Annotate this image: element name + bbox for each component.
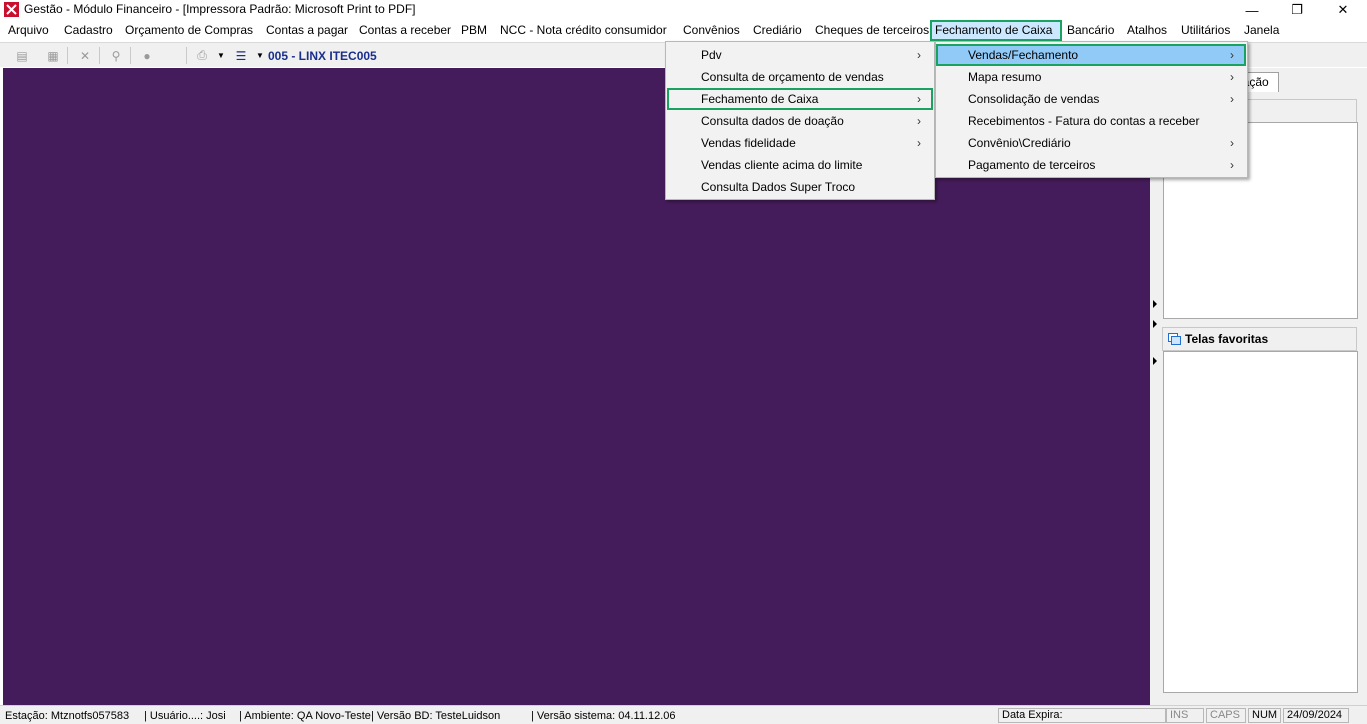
submenu-arrow-icon: › [917,136,921,150]
status-ins: INS [1166,708,1204,723]
fechamento-caixa-menu: Pdv › Consulta de orçamento de vendas Fe… [665,41,935,200]
menu-fechamento-caixa[interactable]: Fechamento de Caixa [930,20,1062,41]
menu-item-label: Vendas cliente acima do limite [701,158,863,172]
menu-janela[interactable]: Janela [1239,20,1284,41]
title-bar: Gestão - Módulo Financeiro - [Impressora… [0,0,1367,20]
submenu-arrow-icon: › [1230,136,1234,150]
restore-button[interactable]: ❐ [1274,0,1320,20]
submenu-arrow-icon: › [1230,70,1234,84]
menu-item-pdv[interactable]: Pdv › [667,44,933,66]
menu-item-label: Consulta dados de doação [701,114,844,128]
fechamento-caixa-submenu: Vendas/Fechamento › Mapa resumo › Consol… [935,41,1248,178]
menu-item-label: Consolidação de vendas [968,92,1100,106]
toolbar-separator [67,47,68,64]
app-logo-icon [4,2,19,17]
status-db-version: | Versão BD: TesteLuidson [371,710,501,722]
splitter-arrow-icon[interactable] [1153,320,1157,328]
menu-item-vendas-acima-limite[interactable]: Vendas cliente acima do limite [667,154,933,176]
splitter-arrow-icon[interactable] [1153,300,1157,308]
menu-item-label: Vendas/Fechamento [968,48,1079,62]
company-label[interactable]: 005 - LINX ITEC005 [268,49,377,63]
copy-icon[interactable]: ▤ [13,47,31,64]
menu-atalhos[interactable]: Atalhos [1122,20,1172,41]
menu-pbm[interactable]: PBM [456,20,492,41]
menu-contas-receber[interactable]: Contas a receber [354,20,456,41]
menu-arquivo[interactable]: Arquivo [3,20,54,41]
menu-item-fechamento-caixa[interactable]: Fechamento de Caixa › [667,88,933,110]
favorites-list [1163,351,1358,693]
menu-item-label: Mapa resumo [968,70,1042,84]
menu-item-vendas-fechamento[interactable]: Vendas/Fechamento › [936,44,1246,66]
menu-utilitarios[interactable]: Utilitários [1176,20,1235,41]
print-dropdown-icon[interactable]: ▼ [212,47,230,64]
status-system-version: | Versão sistema: 04.11.12.06 [531,710,676,722]
status-date: 24/09/2024 [1283,708,1349,723]
menu-contas-pagar[interactable]: Contas a pagar [261,20,353,41]
toolbar-separator [99,47,100,64]
menu-cadastro[interactable]: Cadastro [59,20,118,41]
menu-item-mapa-resumo[interactable]: Mapa resumo › [936,66,1246,88]
submenu-arrow-icon: › [917,92,921,106]
menu-ncc[interactable]: NCC - Nota crédito consumidor [495,20,672,41]
menu-crediario[interactable]: Crediário [748,20,807,41]
menu-item-super-troco[interactable]: Consulta Dados Super Troco [667,176,933,198]
menu-item-label: Consulta de orçamento de vendas [701,70,884,84]
menu-item-consolidacao-vendas[interactable]: Consolidação de vendas › [936,88,1246,110]
favorites-title: Telas favoritas [1185,332,1269,346]
status-station: Estação: Mtznotfs057583 [5,710,130,722]
status-caps: CAPS [1206,708,1246,723]
submenu-arrow-icon: › [1230,48,1234,62]
status-expires: Data Expira: [998,708,1166,723]
favorites-icon [1168,333,1181,345]
menu-item-consulta-doacao[interactable]: Consulta dados de doação › [667,110,933,132]
menu-item-consulta-orcamento[interactable]: Consulta de orçamento de vendas [667,66,933,88]
menu-orcamento-compras[interactable]: Orçamento de Compras [120,20,258,41]
status-user: | Usuário....: Josi [144,710,226,722]
submenu-arrow-icon: › [917,48,921,62]
menu-bar: Arquivo Cadastro Orçamento de Compras Co… [0,20,1367,41]
company-dropdown-icon[interactable]: ▼ [251,47,269,64]
delete-icon[interactable]: ✕ [76,47,94,64]
menu-bancario[interactable]: Bancário [1062,20,1119,41]
record-icon[interactable]: ● [138,47,156,64]
menu-item-vendas-fidelidade[interactable]: Vendas fidelidade › [667,132,933,154]
paste-icon[interactable]: ▦ [44,47,62,64]
menu-item-label: Consulta Dados Super Troco [701,180,856,194]
submenu-arrow-icon: › [917,114,921,128]
splitter-arrow-icon[interactable] [1153,357,1157,365]
toolbar-separator [130,47,131,64]
status-environment: | Ambiente: QA Novo-Teste [239,710,371,722]
toolbar-separator [186,47,187,64]
menu-item-label: Vendas fidelidade [701,136,796,150]
status-num: NUM [1248,708,1281,723]
company-select-icon[interactable]: ☰ [232,47,250,64]
menu-item-label: Pdv [701,48,722,62]
menu-item-recebimentos[interactable]: Recebimentos - Fatura do contas a recebe… [936,110,1246,132]
window-title: Gestão - Módulo Financeiro - [Impressora… [24,2,416,16]
close-button[interactable]: ✕ [1320,0,1366,20]
menu-item-label: Recebimentos - Fatura do contas a recebe… [968,114,1200,128]
minimize-button[interactable]: — [1229,0,1275,20]
favorites-header: Telas favoritas [1162,327,1357,351]
menu-item-label: Convênio\Crediário [968,136,1071,150]
status-bar: Estação: Mtznotfs057583 | Usuário....: J… [0,705,1367,724]
submenu-arrow-icon: › [1230,158,1234,172]
menu-cheques-terceiros[interactable]: Cheques de terceiros [810,20,934,41]
menu-item-pagamento-terceiros[interactable]: Pagamento de terceiros › [936,154,1246,176]
menu-convenios[interactable]: Convênios [678,20,745,41]
menu-item-label: Pagamento de terceiros [968,158,1096,172]
search-icon[interactable]: ⚲ [107,47,125,64]
submenu-arrow-icon: › [1230,92,1234,106]
print-icon[interactable]: ⎙ [193,47,211,64]
menu-item-convenio-crediario[interactable]: Convênio\Crediário › [936,132,1246,154]
menu-item-label: Fechamento de Caixa [701,92,819,106]
